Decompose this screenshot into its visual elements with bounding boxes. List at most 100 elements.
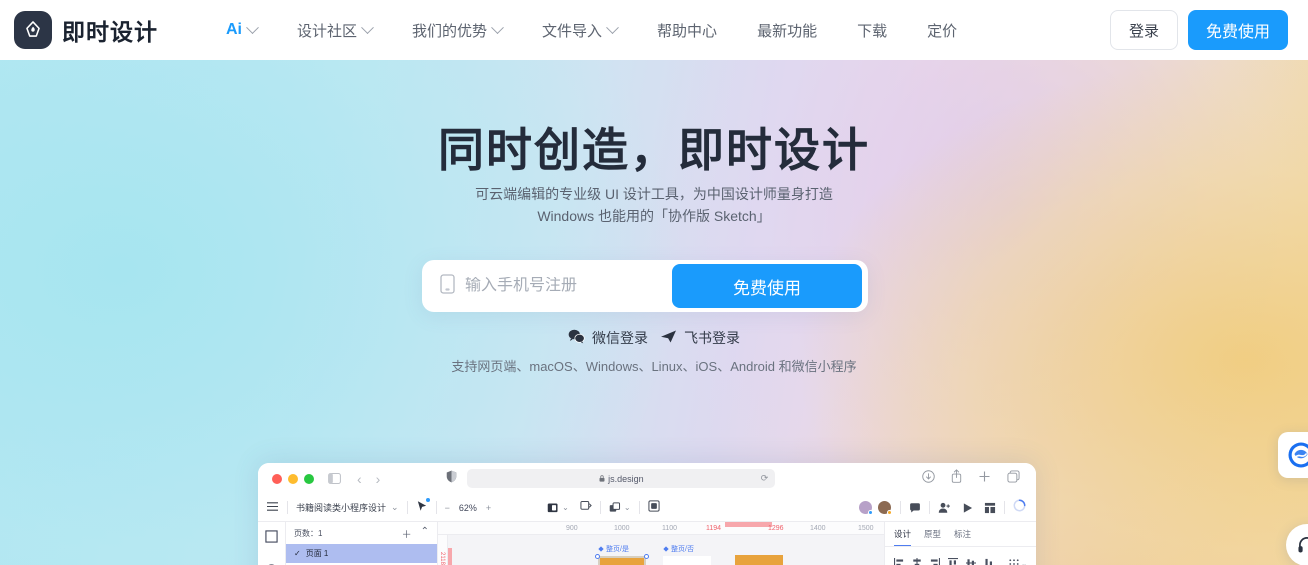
share-person-icon[interactable] [938, 502, 951, 514]
nav-item-pricing[interactable]: 定价 [927, 14, 957, 47]
align-left-icon[interactable] [894, 555, 904, 565]
social-label: 微信登录 [592, 330, 648, 346]
ruler-selection-range [725, 522, 772, 527]
selection-handle[interactable] [644, 554, 649, 559]
artboard-content: FIRE MEMORIES & STORIES [735, 555, 783, 565]
forward-arrow-icon[interactable]: › [376, 471, 381, 487]
artboard-content: TRAVEL MEMORIES [663, 556, 711, 565]
signup-submit-button[interactable]: 免费使用 [672, 264, 862, 308]
align-top-icon[interactable] [948, 555, 958, 565]
align-bottom-icon[interactable] [984, 555, 994, 565]
nav-label: 帮助中心 [657, 22, 718, 40]
nav-item-advantages[interactable]: 我们的优势 [412, 14, 504, 47]
wechat-login-button[interactable]: 微信登录 [568, 328, 648, 348]
new-tab-icon[interactable] [978, 470, 991, 488]
divider [599, 501, 601, 514]
feishu-login-button[interactable]: 飞书登录 [660, 328, 740, 348]
design-canvas[interactable]: 900 1000 1100 1194 1296 1400 1500 1600 1… [438, 522, 884, 565]
brand-logo[interactable]: 即时设计 [14, 11, 158, 49]
phone-input[interactable] [465, 277, 672, 295]
zoom-out-button[interactable]: − [445, 503, 450, 513]
ruler-tick: 1194 [706, 525, 722, 532]
download-icon[interactable] [922, 469, 935, 488]
nav-arrows: ‹ › [357, 471, 380, 487]
ruler-tick: 1500 [858, 525, 874, 532]
ruler-tick: 1400 [810, 525, 826, 532]
zoom-level: 62% [458, 502, 477, 513]
page-label: 页面 1 [305, 549, 329, 558]
login-button[interactable]: 登录 [1110, 10, 1178, 50]
ruler-tick: 900 [566, 525, 578, 532]
artboard-label-group: 整页/是 [598, 544, 646, 554]
divider [1004, 501, 1005, 514]
ruler-tick: 1100 [662, 525, 678, 532]
frame-tool-icon [547, 502, 558, 512]
present-play-icon[interactable] [962, 502, 973, 514]
hamburger-menu-icon[interactable] [266, 499, 279, 517]
move-tool-icon[interactable] [416, 497, 430, 517]
nav-item-download[interactable]: 下载 [857, 14, 887, 47]
tab-prototype[interactable]: 原型 [924, 528, 941, 546]
rect-tool-icon[interactable] [265, 530, 278, 548]
horizontal-ruler: 900 1000 1100 1194 1296 1400 1500 1600 1… [438, 522, 884, 535]
avatar[interactable] [877, 500, 892, 515]
align-middle-v-icon[interactable] [966, 555, 976, 565]
nav-label: 设计社区 [297, 22, 358, 40]
share-icon[interactable] [951, 469, 962, 488]
frame-tool[interactable]: ⌄ [547, 502, 569, 514]
comment-icon[interactable] [909, 502, 921, 514]
nav-item-community[interactable]: 设计社区 [297, 14, 374, 47]
artboard[interactable]: 整页/否 TRAVEL MEMORIES [663, 544, 711, 565]
avatar[interactable] [858, 500, 873, 515]
reload-icon[interactable]: ⟳ [761, 473, 769, 484]
tab-annotation[interactable]: 标注 [954, 528, 971, 546]
minimize-icon[interactable] [288, 473, 298, 484]
align-right-icon[interactable] [930, 555, 940, 565]
align-center-h-icon[interactable] [912, 555, 922, 565]
maximize-icon[interactable] [304, 473, 314, 484]
shape-tool-icon [609, 501, 620, 512]
nav-item-new-features[interactable]: 最新功能 [757, 14, 817, 47]
alignment-toolbar: ⌄ [885, 547, 1036, 565]
url-text: js.design [608, 473, 644, 484]
back-arrow-icon[interactable]: ‹ [357, 471, 362, 487]
zoom-in-button[interactable]: + [486, 503, 491, 513]
artboard[interactable]: FIRE MEMORIES & STORIES [735, 555, 783, 565]
app-preview-window: ‹ › js.design ⟳ 书籍阅读类小程序设计 ⌄ − 62% + ⌄ ⌄… [258, 463, 1036, 565]
nav-item-help-center[interactable]: 帮助中心 [657, 14, 717, 47]
landing-page: 即时设计 Ai 设计社区 我们的优势 文件导入 帮助中心 最新功能 下载 定价 … [0, 0, 1308, 565]
js-design-badge-icon[interactable] [1278, 432, 1308, 478]
tab-design[interactable]: 设计 [894, 528, 912, 546]
chevron-down-icon [606, 20, 619, 34]
nav-label: Ai [226, 21, 242, 38]
close-icon[interactable] [272, 473, 282, 484]
nav-label: 下载 [857, 22, 888, 40]
collapse-pages-button[interactable]: ⌃ [421, 526, 429, 541]
nav-item-file-import[interactable]: 文件导入 [542, 14, 619, 47]
artboard[interactable]: 整页/是 FIRE [595, 544, 649, 565]
collaborator-avatars [858, 500, 892, 515]
privacy-shield-icon[interactable] [446, 470, 457, 488]
nav-item-ai[interactable]: Ai [226, 15, 259, 45]
grid-layout-icon[interactable] [984, 502, 996, 514]
sidebar-toggle-icon[interactable] [328, 473, 341, 484]
shape-tool[interactable]: ⌄ [609, 501, 631, 514]
selection-handle[interactable] [595, 554, 600, 559]
social-label: 飞书登录 [684, 330, 740, 346]
distribute-icon[interactable]: ⌄ [1009, 559, 1027, 565]
tabs-overview-icon[interactable] [1007, 469, 1020, 488]
flame-logo-icon [14, 11, 52, 49]
chevron-down-icon [246, 20, 259, 34]
component-icon[interactable] [580, 499, 592, 517]
artboard-label-group: 整页/否 [663, 544, 711, 554]
address-bar[interactable]: js.design ⟳ [467, 469, 776, 488]
mask-tool-icon[interactable] [647, 499, 660, 517]
chevron-down-icon [361, 20, 374, 34]
nav-label: 定价 [927, 22, 958, 40]
add-page-button[interactable]: ＋ [402, 526, 412, 541]
app-body: 页数：1 ＋ ⌃ ✓ 页面 1 900 1000 1100 1194 1296 … [258, 522, 1036, 565]
chevron-down-icon [491, 20, 504, 34]
page-list-item[interactable]: ✓ 页面 1 [286, 544, 437, 563]
try-free-button[interactable]: 免费使用 [1188, 10, 1288, 50]
file-name[interactable]: 书籍阅读类小程序设计 ⌄ [296, 501, 399, 514]
